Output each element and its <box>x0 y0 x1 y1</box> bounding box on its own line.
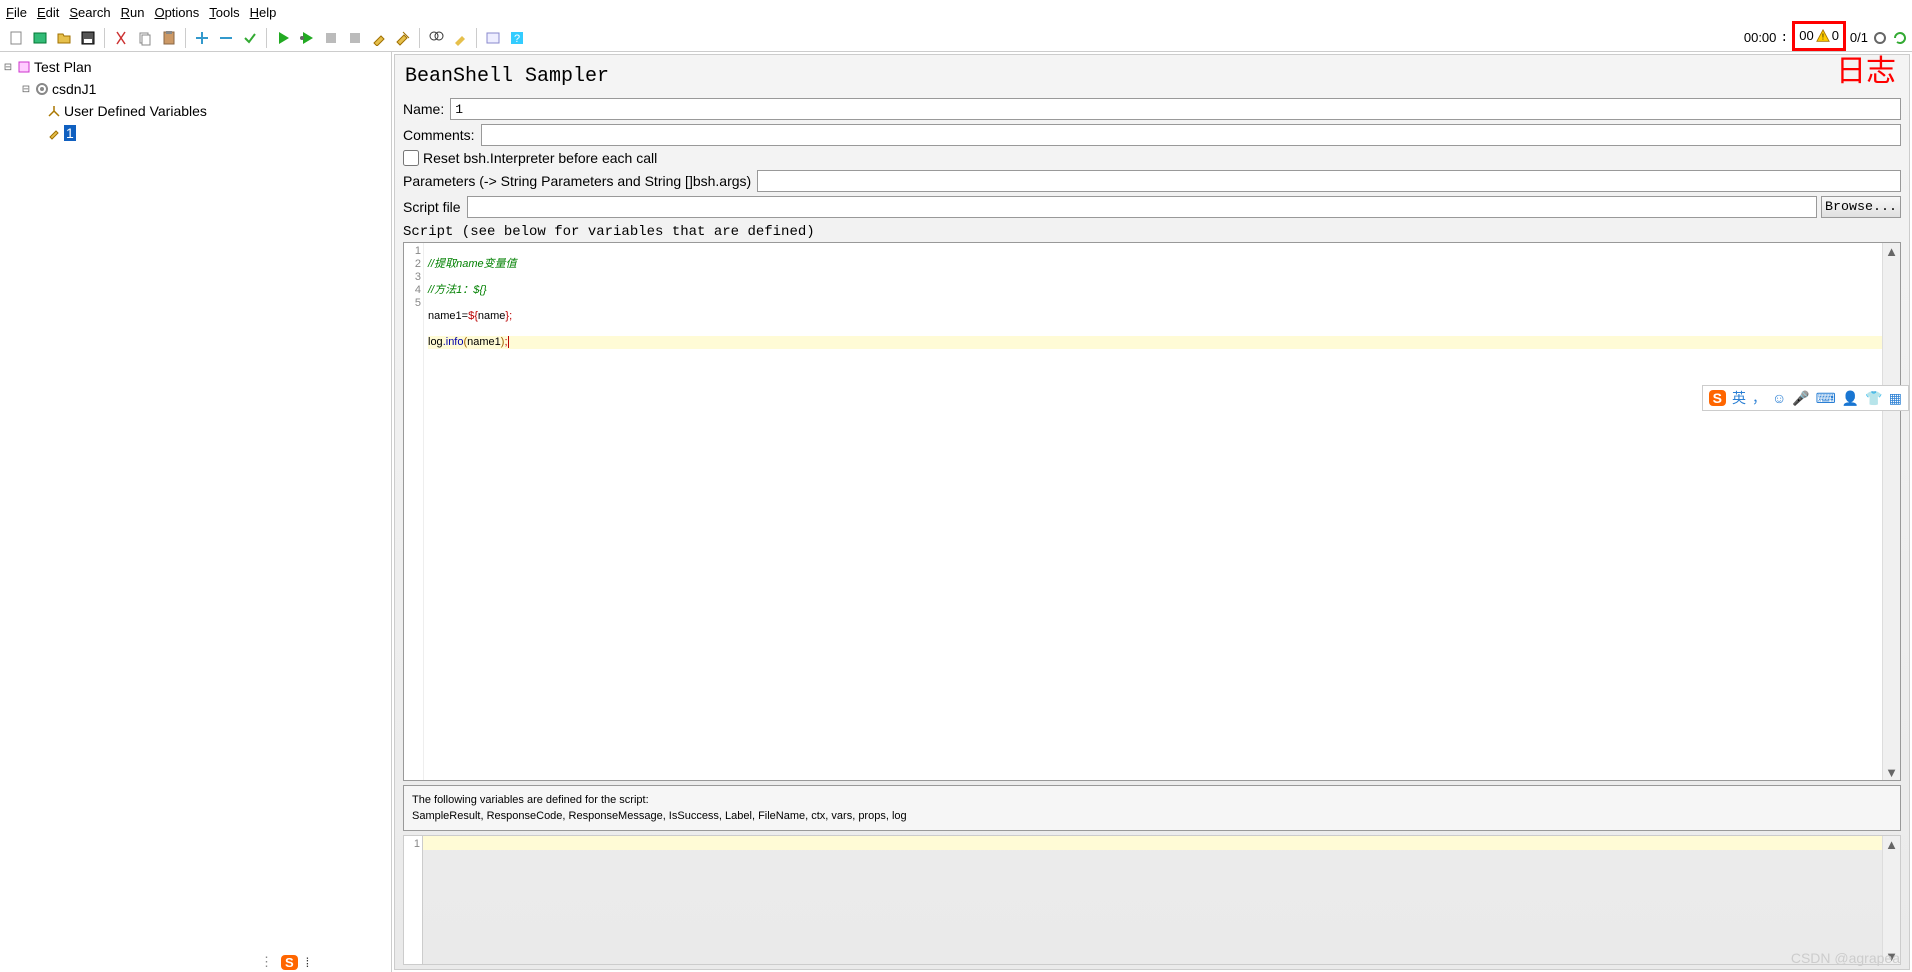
menu-edit[interactable]: Edit <box>37 5 59 20</box>
test-plan-tree: ⊟ Test Plan ⊟ csdnJ1 User Defined Variab… <box>0 52 392 972</box>
scroll-up-icon[interactable]: ▲ <box>1884 243 1900 259</box>
scroll-up-icon[interactable]: ▲ <box>1884 836 1900 852</box>
script-label: Script (see below for variables that are… <box>395 220 1909 242</box>
sampler-panel: BeanShell Sampler Name: Comments: Reset … <box>394 54 1910 970</box>
search-icon[interactable] <box>426 28 446 48</box>
scriptfile-label: Script file <box>403 199 461 215</box>
stop-icon[interactable] <box>321 28 341 48</box>
reset-search-icon[interactable] <box>450 28 470 48</box>
log-scrollbar[interactable]: ▲ ▼ <box>1882 836 1900 964</box>
editor-scrollbar[interactable]: ▲ ▼ <box>1882 243 1900 780</box>
help-icon[interactable]: ? <box>507 28 527 48</box>
browse-button[interactable]: Browse... <box>1821 196 1901 218</box>
tree-root[interactable]: ⊟ Test Plan <box>2 56 389 78</box>
function-icon[interactable] <box>483 28 503 48</box>
tree-udv-label: User Defined Variables <box>64 103 207 119</box>
menu-options[interactable]: Options <box>154 5 199 20</box>
log-gutter: 1 <box>403 835 423 965</box>
script-editor[interactable]: 12345 //提取name变量值 //方法1：${} name1=${name… <box>403 242 1901 781</box>
thread-count: 0/1 <box>1850 30 1868 45</box>
svg-text:!: ! <box>1822 32 1824 41</box>
name-input[interactable] <box>450 98 1901 120</box>
menu-run[interactable]: Run <box>121 5 145 20</box>
reset-label: Reset bsh.Interpreter before each call <box>423 150 657 166</box>
open-icon[interactable] <box>54 28 74 48</box>
editor-code[interactable]: //提取name变量值 //方法1：${} name1=${name}; log… <box>424 243 1900 780</box>
variables-note: The following variables are defined for … <box>403 785 1901 831</box>
menu-help[interactable]: Help <box>250 5 277 20</box>
ime-face-icon[interactable]: ☺ <box>1772 390 1786 406</box>
tree-udv[interactable]: User Defined Variables <box>2 100 389 122</box>
params-label: Parameters (-> String Parameters and Str… <box>403 173 751 189</box>
ime-punct[interactable]: ， <box>1752 388 1766 408</box>
tree-thread-group[interactable]: ⊟ csdnJ1 <box>2 78 389 100</box>
params-input[interactable] <box>757 170 1901 192</box>
collapse-icon[interactable] <box>216 28 236 48</box>
name-label: Name: <box>403 101 444 117</box>
paste-icon[interactable] <box>159 28 179 48</box>
run-notimer-icon[interactable] <box>297 28 317 48</box>
menu-file[interactable]: File <box>6 5 27 20</box>
shutdown-icon[interactable] <box>345 28 365 48</box>
menu-tools[interactable]: Tools <box>209 5 239 20</box>
editor-gutter: 12345 <box>404 243 424 780</box>
cut-icon[interactable] <box>111 28 131 48</box>
new-icon[interactable] <box>6 28 26 48</box>
watermark: CSDN @agrapea <box>1791 950 1900 966</box>
ime-skin-icon[interactable]: 👕 <box>1865 390 1882 407</box>
taskbar-ime[interactable]: ⋮ S ⁞ <box>260 954 309 970</box>
panel-title: BeanShell Sampler <box>395 55 1909 96</box>
elapsed-time: 00:00 <box>1744 30 1777 45</box>
save-icon[interactable] <box>78 28 98 48</box>
expand-icon[interactable] <box>192 28 212 48</box>
templates-icon[interactable] <box>30 28 50 48</box>
ime-user-icon[interactable]: 👤 <box>1842 390 1859 407</box>
scriptfile-input[interactable] <box>467 196 1817 218</box>
menu-search[interactable]: Search <box>69 5 110 20</box>
tree-sampler[interactable]: 1 <box>2 122 389 144</box>
tree-root-label: Test Plan <box>34 59 92 75</box>
ime-keyboard-icon[interactable]: ⌨ <box>1816 390 1836 407</box>
tree-thread-label: csdnJ1 <box>52 81 96 97</box>
reset-checkbox[interactable] <box>403 150 419 166</box>
clearall-icon[interactable] <box>393 28 413 48</box>
copy-icon[interactable] <box>135 28 155 48</box>
ime-grid-icon[interactable]: ▦ <box>1889 390 1902 407</box>
ime-toolbar[interactable]: S 英 ， ☺ 🎤 ⌨ 👤 👕 ▦ <box>1702 385 1909 411</box>
menubar: File Edit Search Run Options Tools Help <box>0 0 1912 24</box>
log-panel: 1 ▲ ▼ <box>403 835 1901 965</box>
tree-sampler-label: 1 <box>64 125 76 141</box>
comments-label: Comments: <box>403 127 475 143</box>
ime-lang[interactable]: 英 <box>1732 388 1746 408</box>
log-body[interactable]: ▲ ▼ <box>423 835 1901 965</box>
refresh-icon[interactable] <box>1892 30 1908 46</box>
toolbar: ? 00:00:00 ! 0 0/1 <box>0 24 1912 52</box>
toggle-icon[interactable] <box>240 28 260 48</box>
ime-logo-icon: S <box>281 955 298 970</box>
annotation-rizi: 日志 <box>1836 46 1896 90</box>
gear-icon[interactable] <box>1872 30 1888 46</box>
clear-icon[interactable] <box>369 28 389 48</box>
scroll-down-icon[interactable]: ▼ <box>1884 764 1900 780</box>
ime-logo-icon: S <box>1709 390 1726 406</box>
comments-input[interactable] <box>481 124 1901 146</box>
ime-mic-icon[interactable]: 🎤 <box>1792 390 1809 407</box>
svg-text:?: ? <box>514 33 520 45</box>
warning-icon: ! <box>1816 29 1830 43</box>
run-icon[interactable] <box>273 28 293 48</box>
